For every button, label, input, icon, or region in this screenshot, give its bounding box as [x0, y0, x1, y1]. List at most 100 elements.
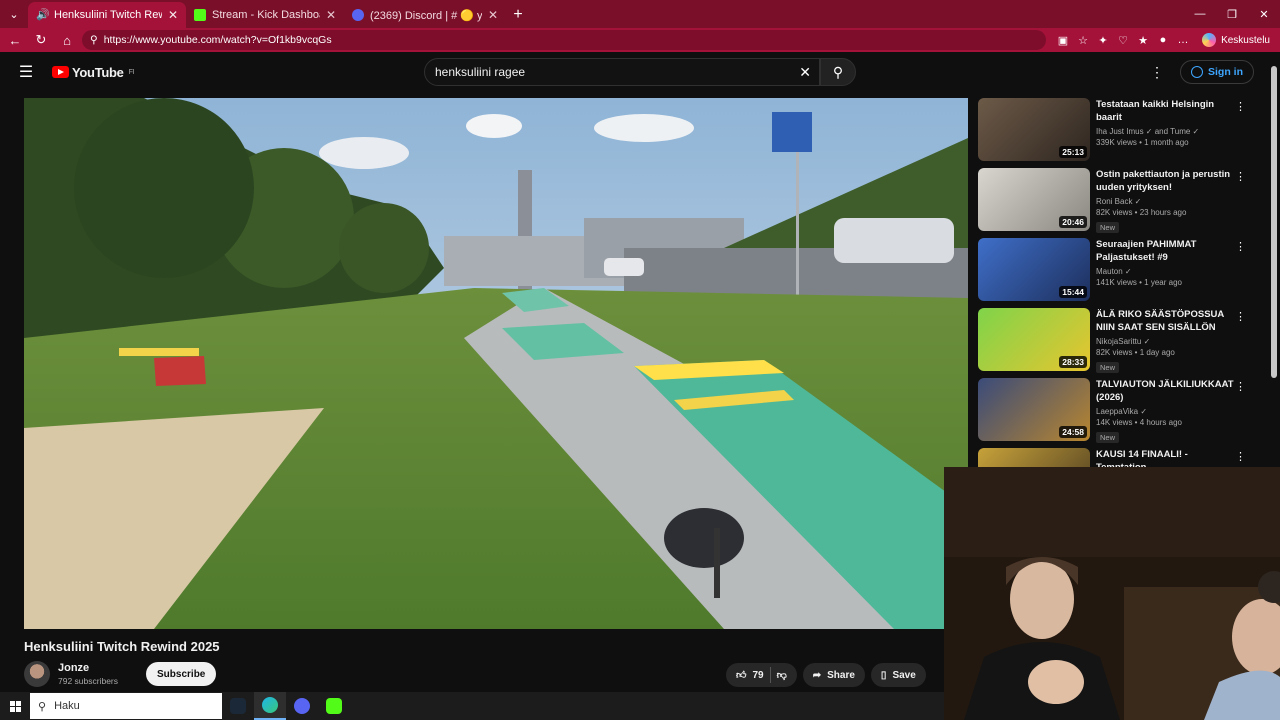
copilot-label: Keskustelu	[1221, 34, 1270, 46]
thumbs-down-icon[interactable]: 👎︎	[777, 669, 787, 681]
video-player[interactable]	[24, 98, 968, 629]
recommendation-item[interactable]: 20:46 Ostin pakettiauton ja perustin uud…	[978, 168, 1250, 238]
recommendation-channel[interactable]: NikojaSarittu ✓	[1096, 337, 1236, 346]
close-window-icon[interactable]: ✕	[1248, 0, 1280, 28]
close-tab-icon[interactable]: ✕	[168, 8, 178, 22]
search-icon: ⚲	[832, 63, 844, 80]
hamburger-menu-icon[interactable]: ☰	[0, 62, 52, 82]
browser-tab-discord[interactable]: (2369) Discord | # 🟡 yleinen | Duni… ✕	[344, 2, 506, 28]
recommendation-stats: 14K views • 4 hours ago	[1096, 418, 1182, 427]
recommendation-channel[interactable]: Iha Just Imus ✓ and Tume ✓	[1096, 127, 1236, 136]
settings-kebab-icon[interactable]: ⋮	[1150, 64, 1164, 81]
taskbar-steam[interactable]	[222, 692, 254, 720]
recommendations-sidebar: 25:13 Testataan kaikki Helsingin baarit …	[978, 98, 1250, 518]
subscribe-button[interactable]: Subscribe	[146, 662, 217, 686]
account-icon	[1191, 66, 1203, 78]
search-icon: ⚲	[38, 700, 47, 713]
webcam-feed	[944, 467, 1280, 720]
taskbar-discord[interactable]	[286, 692, 318, 720]
like-dislike-group: 👍︎ 79 👎︎	[726, 663, 797, 687]
like-count[interactable]: 79	[752, 670, 763, 681]
minimize-icon[interactable]: —	[1184, 0, 1216, 28]
video-title: Henksuliini Twitch Rewind 2025	[24, 639, 220, 654]
save-label: Save	[892, 669, 916, 681]
clear-search-icon[interactable]: ✕	[799, 64, 811, 81]
subscriber-count: 792 subscribers	[58, 676, 119, 686]
edge-icon	[262, 697, 278, 713]
site-info-icon[interactable]: ⚲	[90, 34, 98, 46]
start-button[interactable]	[0, 700, 30, 712]
search-button[interactable]: ⚲	[820, 58, 856, 86]
youtube-header: ☰ YouTube FI henksuliini ragee ✕ ⚲ ⋮ Sig…	[0, 52, 1268, 92]
browser-tab-strip: ⌄ 🔊 Henksuliini Twitch Rewind 20… ✕ Stre…	[0, 0, 1280, 28]
more-actions-icon[interactable]: ⋮	[1235, 100, 1246, 113]
recommendation-item[interactable]: 28:33 ÄLÄ RIKO SÄÄSTÖPOSSUA NIIN SAAT SE…	[978, 308, 1250, 378]
kick-app-icon	[326, 698, 342, 714]
tab-actions-chevron-icon[interactable]: ⌄	[0, 0, 28, 28]
youtube-logo[interactable]: YouTube FI	[52, 65, 134, 80]
webcam-overlay	[944, 467, 1280, 720]
recommendation-item[interactable]: 15:44 Seuraajien PAHIMMAT Paljastukset! …	[978, 238, 1250, 308]
taskbar-kick[interactable]	[318, 692, 350, 720]
channel-name[interactable]: Jonze	[58, 662, 118, 674]
search-input[interactable]: henksuliini ragee ✕	[424, 58, 820, 86]
restore-icon[interactable]: ❐	[1216, 0, 1248, 28]
copilot-button[interactable]: Keskustelu	[1202, 33, 1276, 47]
recommendation-title[interactable]: Testataan kaikki Helsingin baarit	[1096, 98, 1236, 124]
close-tab-icon[interactable]: ✕	[488, 8, 498, 22]
recommendation-title[interactable]: Seuraajien PAHIMMAT Paljastukset! #9	[1096, 238, 1236, 264]
more-actions-icon[interactable]: ⋮	[1235, 240, 1246, 253]
search-query: henksuliini ragee	[435, 65, 526, 79]
more-actions-icon[interactable]: ⋮	[1235, 380, 1246, 393]
recommendation-title[interactable]: Ostin pakettiauton ja perustin uuden yri…	[1096, 168, 1236, 194]
more-actions-icon[interactable]: ⋮	[1235, 170, 1246, 183]
taskbar-search[interactable]: ⚲ Haku	[30, 693, 222, 719]
share-button[interactable]: ➦ Share	[802, 663, 865, 687]
save-button[interactable]: ▯ Save	[870, 663, 926, 687]
close-tab-icon[interactable]: ✕	[326, 8, 336, 22]
recommendation-channel[interactable]: Roni Back ✓	[1096, 197, 1236, 206]
sign-in-button[interactable]: Sign in	[1180, 60, 1254, 84]
share-arrow-icon: ➦	[812, 669, 822, 681]
more-actions-icon[interactable]: ⋮	[1235, 450, 1246, 463]
discord-icon	[352, 9, 364, 21]
profile-avatar-icon[interactable]: ●	[1156, 34, 1170, 47]
recommendation-channel[interactable]: Mauton ✓	[1096, 267, 1236, 276]
recommendation-stats: 82K views • 1 day ago	[1096, 348, 1175, 357]
favorite-star-icon[interactable]: ☆	[1076, 34, 1090, 47]
tab-title: (2369) Discord | # 🟡 yleinen | Duni…	[370, 9, 482, 22]
recommendation-thumbnail[interactable]: 25:13	[978, 98, 1090, 161]
youtube-play-icon	[52, 66, 69, 78]
address-bar-icons: ▣ ☆ ✦ ♡ ★ ● …	[1056, 34, 1190, 47]
refresh-icon[interactable]: ↻	[30, 29, 52, 51]
recommendation-item[interactable]: 25:13 Testataan kaikki Helsingin baarit …	[978, 98, 1250, 168]
browser-tab-youtube[interactable]: 🔊 Henksuliini Twitch Rewind 20… ✕	[28, 2, 186, 28]
new-tab-plus-icon[interactable]: +	[506, 2, 530, 28]
recommendation-title[interactable]: TALVIAUTON JÄLKILIUKKAAT (2026)	[1096, 378, 1236, 404]
duration-badge: 20:46	[1059, 216, 1087, 228]
recommendation-thumbnail[interactable]: 24:58	[978, 378, 1090, 441]
recommendation-channel[interactable]: LaeppaVika ✓	[1096, 407, 1236, 416]
duration-badge: 25:13	[1059, 146, 1087, 158]
home-icon[interactable]: ⌂	[56, 29, 78, 51]
more-options-icon[interactable]: …	[1176, 34, 1190, 47]
url-text: https://www.youtube.com/watch?v=Of1kb9vc…	[103, 34, 332, 46]
taskbar-edge[interactable]	[254, 692, 286, 720]
back-arrow-icon[interactable]: ←	[4, 29, 26, 51]
browser-tab-kick[interactable]: Stream - Kick Dashboard ✕	[186, 2, 344, 28]
recommendation-title[interactable]: ÄLÄ RIKO SÄÄSTÖPOSSUA NIIN SAAT SEN SISÄ…	[1096, 308, 1236, 334]
scrollbar-thumb[interactable]	[1271, 66, 1277, 378]
favorites-icon[interactable]: ★	[1136, 34, 1150, 47]
recommendation-item[interactable]: 24:58 TALVIAUTON JÄLKILIUKKAAT (2026) La…	[978, 378, 1250, 448]
extensions-icon[interactable]: ✦	[1096, 34, 1110, 47]
recommendation-thumbnail[interactable]: 15:44	[978, 238, 1090, 301]
more-actions-icon[interactable]: ⋮	[1235, 310, 1246, 323]
thumbs-up-icon[interactable]: 👍︎	[736, 669, 746, 681]
duration-badge: 28:33	[1059, 356, 1087, 368]
channel-avatar[interactable]	[24, 661, 50, 687]
url-field[interactable]: ⚲ https://www.youtube.com/watch?v=Of1kb9…	[82, 30, 1046, 50]
recommendation-thumbnail[interactable]: 28:33	[978, 308, 1090, 371]
app-available-icon[interactable]: ▣	[1056, 34, 1070, 47]
browser-essentials-icon[interactable]: ♡	[1116, 34, 1130, 47]
recommendation-thumbnail[interactable]: 20:46	[978, 168, 1090, 231]
